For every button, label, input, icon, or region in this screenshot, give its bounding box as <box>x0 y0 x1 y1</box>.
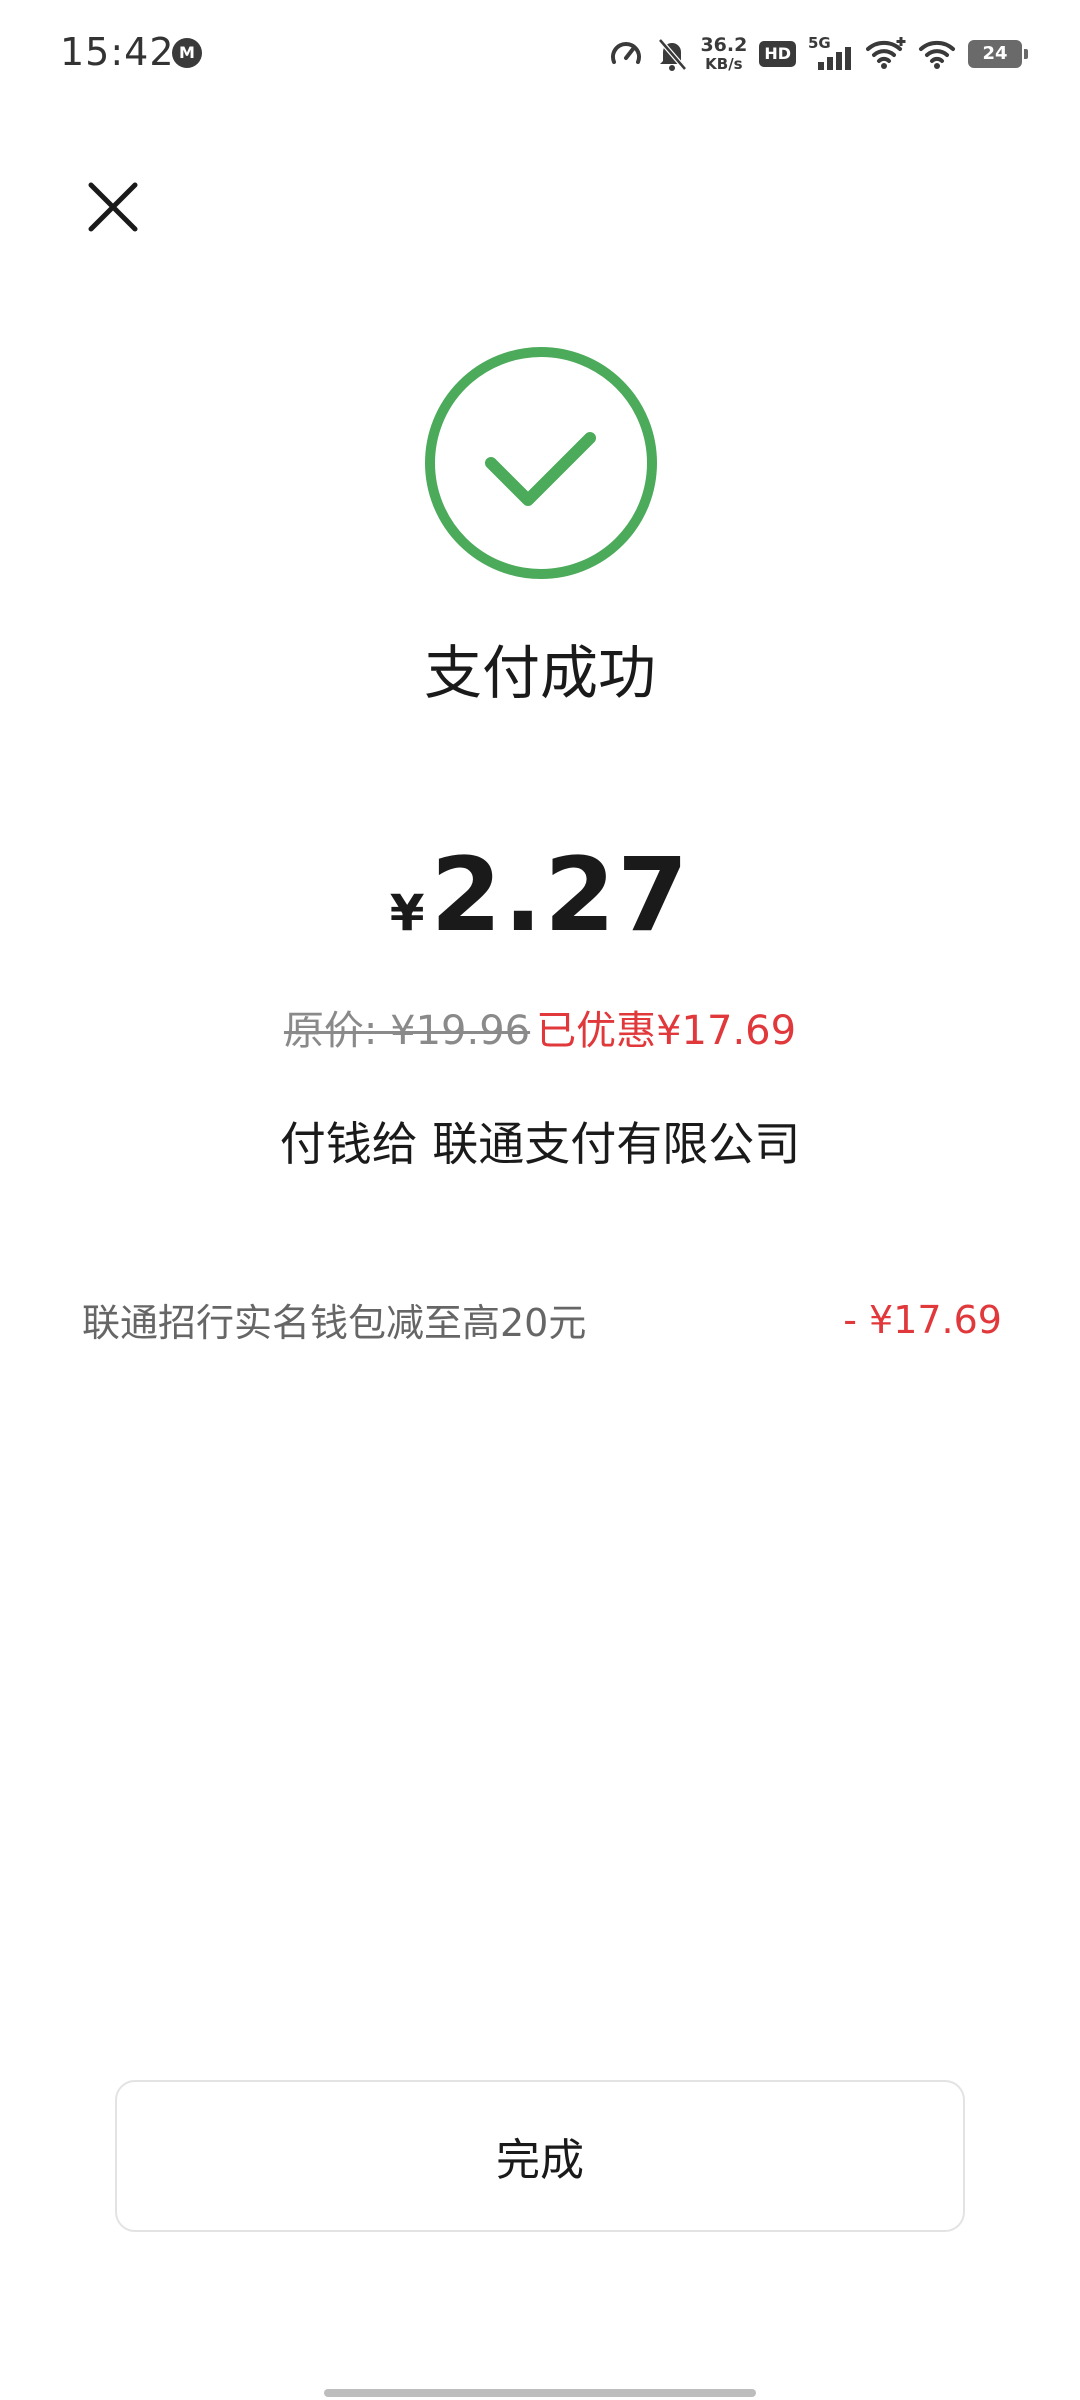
status-bar: 15:42 M 36.2 KB/s HD 5G 24 <box>0 0 1080 110</box>
wifi-icon <box>919 40 955 69</box>
currency-symbol: ¥ <box>389 884 425 942</box>
payment-success-title: 支付成功 <box>423 639 656 707</box>
mute-bell-icon <box>658 38 688 71</box>
status-icons: 36.2 KB/s HD 5G 24 <box>608 30 1028 78</box>
discount-amount: - ¥17.69 <box>843 1297 1002 1342</box>
network-speed: 36.2 KB/s <box>700 36 747 72</box>
home-indicator[interactable] <box>324 2389 756 2397</box>
app-notification-icon: M <box>172 38 202 68</box>
discount-detail-row: 联通招行实名钱包减至高20元 - ¥17.69 <box>82 1292 1002 1347</box>
paid-amount: ¥ 2.27 <box>0 836 1080 955</box>
check-circle-icon <box>425 347 657 579</box>
discount-name: 联通招行实名钱包减至高20元 <box>82 1301 587 1345</box>
signal-bars-icon: 5G <box>808 34 854 74</box>
close-button[interactable] <box>78 172 148 242</box>
amount-value: 2.27 <box>430 836 691 955</box>
price-summary: 原价: ¥19.96 已优惠¥17.69 <box>0 998 1080 1056</box>
done-button[interactable]: 完成 <box>115 2080 965 2232</box>
battery-icon: 24 <box>968 40 1028 68</box>
battery-level: 24 <box>982 43 1008 64</box>
speedometer-icon <box>611 42 642 64</box>
original-price: 原价: ¥19.96 <box>283 1008 531 1054</box>
payee-text: 付钱给 联通支付有限公司 <box>279 1117 801 1171</box>
network-speed-unit: KB/s <box>705 55 743 73</box>
status-time: 15:42 <box>60 30 175 74</box>
wifi-plus-icon <box>866 37 906 69</box>
discount-total: 已优惠¥17.69 <box>536 1008 797 1054</box>
network-speed-value: 36.2 <box>700 34 748 56</box>
hd-badge: HD <box>759 41 796 67</box>
close-icon <box>88 182 138 232</box>
